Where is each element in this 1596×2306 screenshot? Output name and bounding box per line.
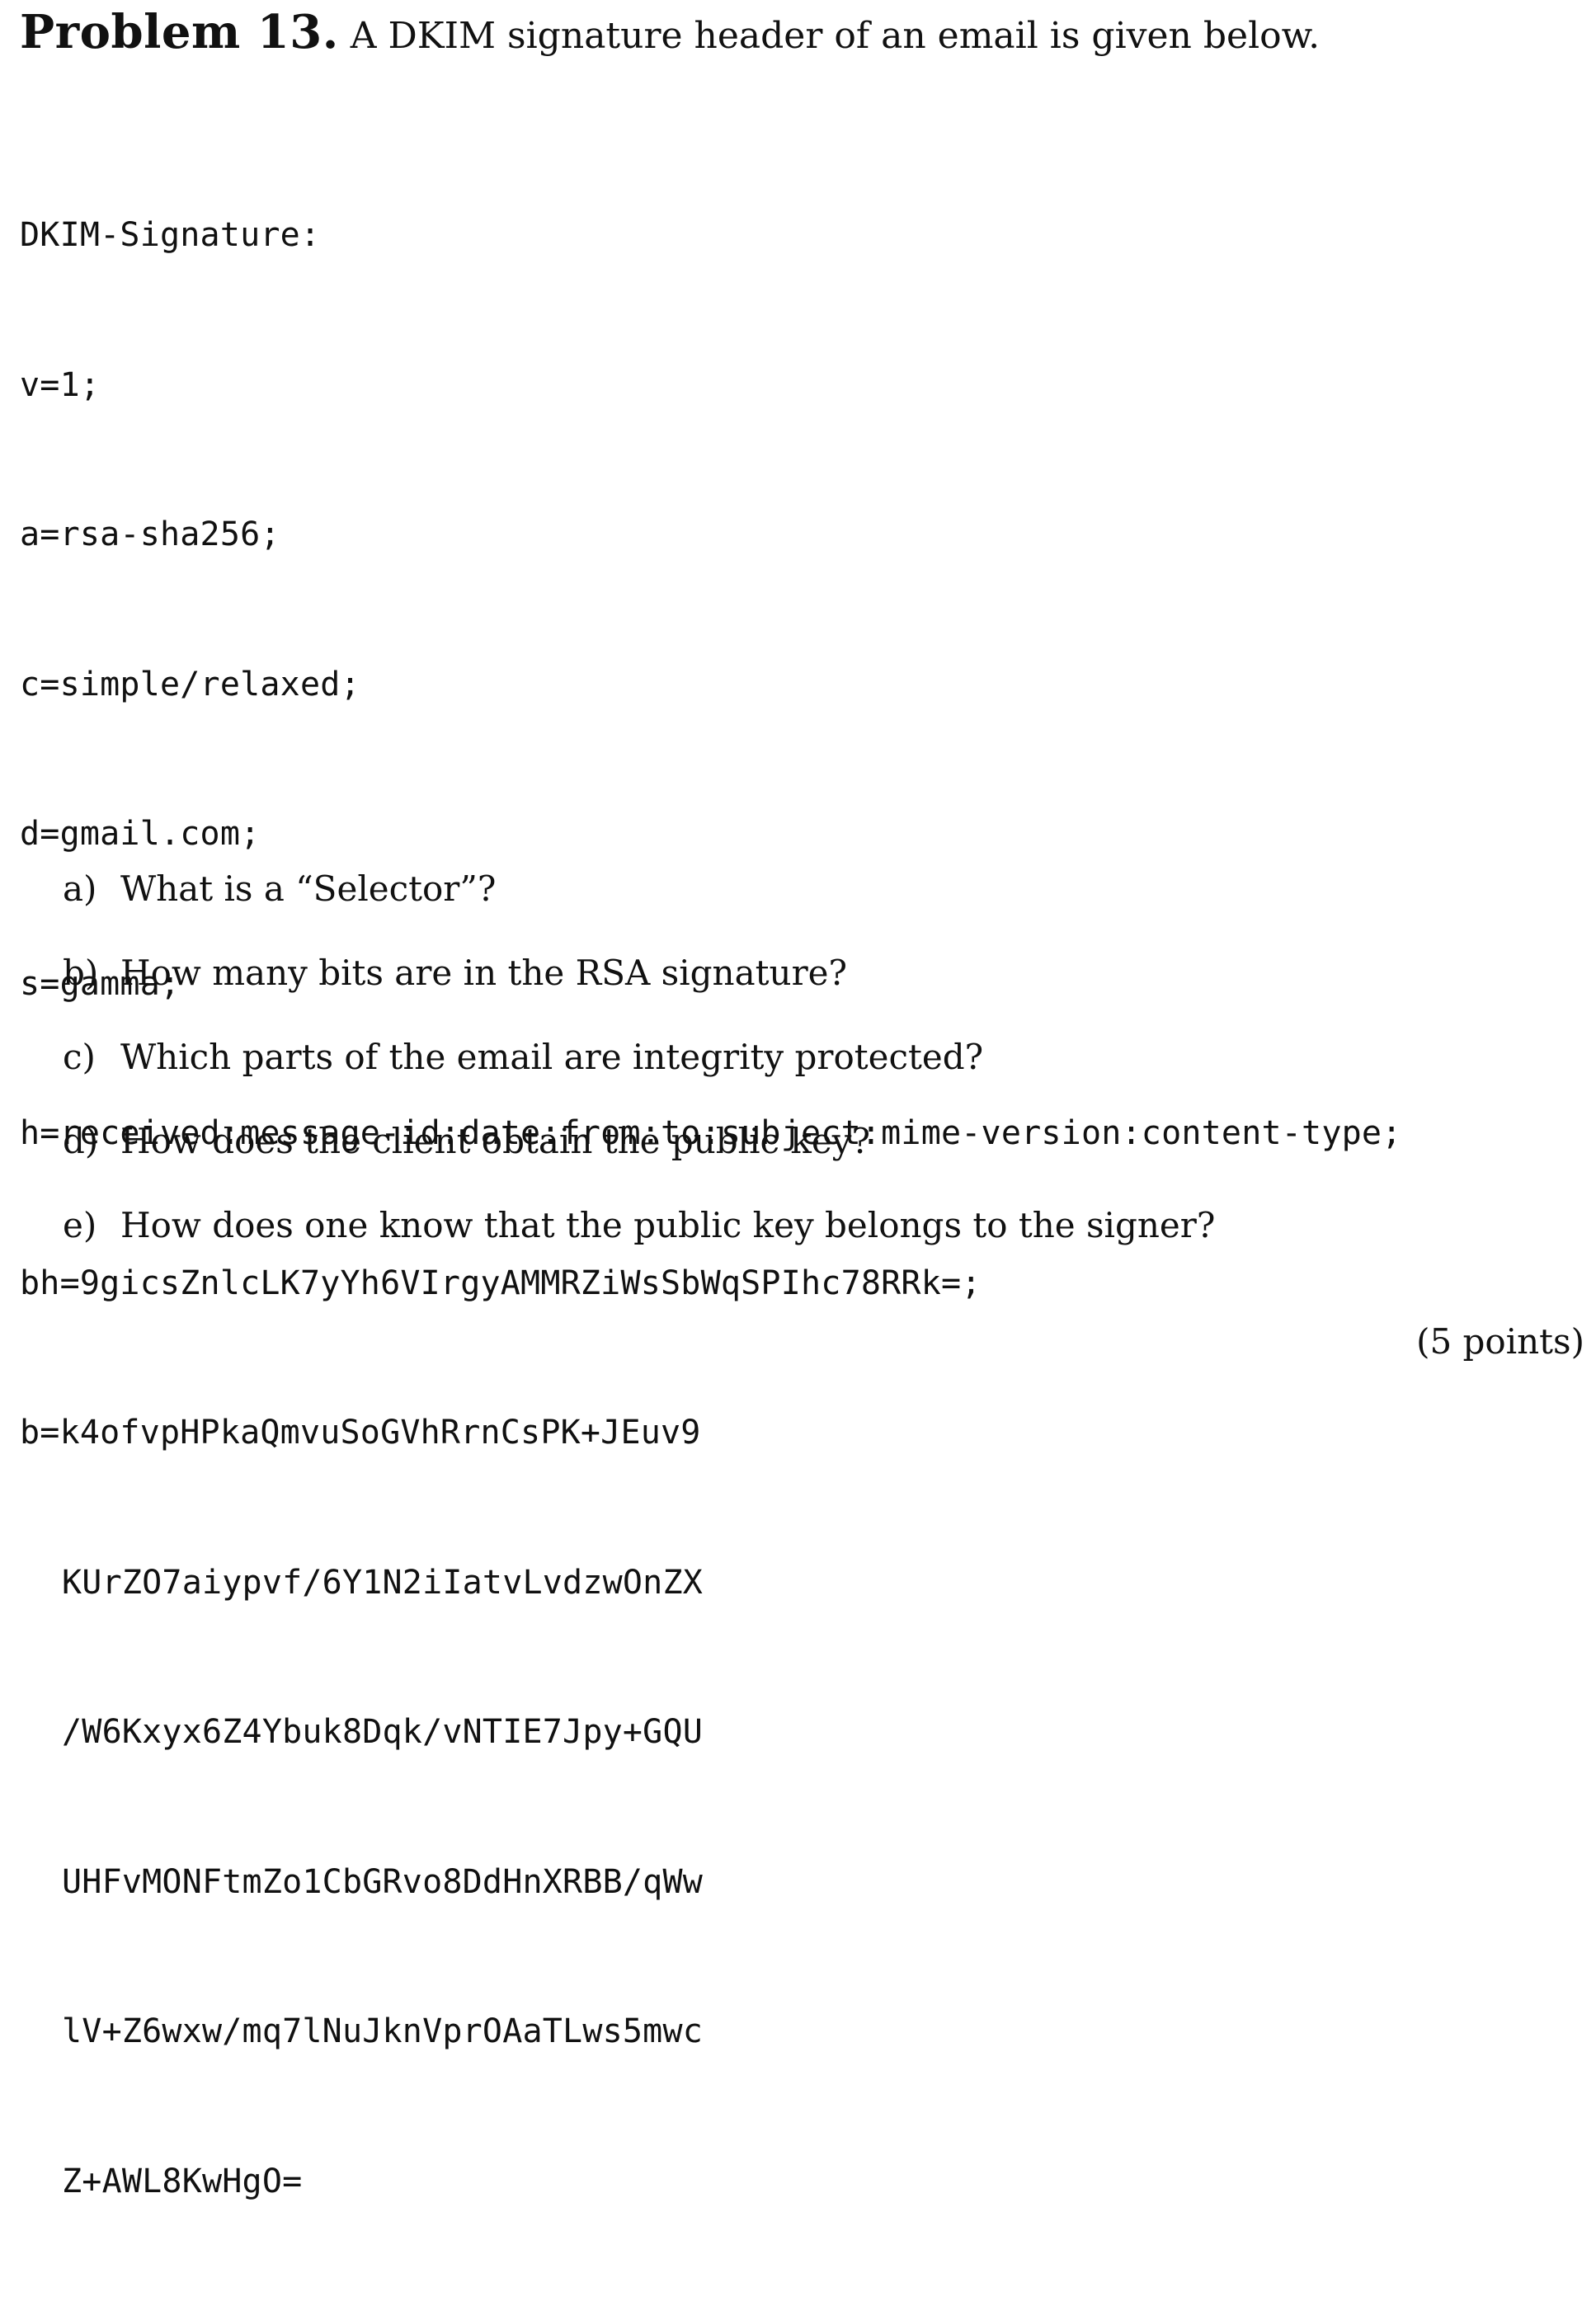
problem-page: Problem 13. A DKIM signature header of an…	[0, 0, 1596, 2200]
dkim-algorithm-tag: a=rsa-sha256;	[20, 515, 280, 553]
question-letter: a)	[63, 868, 97, 909]
dkim-signature-line: KUrZO7aiypvf/6Y1N2iIatvLvdzwOnZX	[62, 1563, 704, 1602]
question-letter: e)	[63, 1205, 97, 1245]
question-item-e: e) How does one know that the public key …	[63, 1201, 1215, 1250]
dkim-body-hash-tag: bh=9gicsZnlcLK7yYh6VIrgyAMMRZiWsSbWqSPIh…	[20, 1264, 982, 1302]
dkim-signature-line: UHFvMONFtmZo1CbGRvo8DdHnXRBB/qWw	[62, 1862, 704, 1901]
question-item-c: c) Which parts of the email are integrity…	[63, 1033, 983, 1082]
dkim-header-name: DKIM-Signature:	[20, 216, 321, 254]
problem-intro: A DKIM signature header of an email is g…	[350, 15, 1321, 57]
problem-label: Problem 13.	[20, 5, 339, 59]
dkim-signature-line: /W6Kxyx6Z4Ybuk8Dqk/vNTIE7Jpy+GQU	[62, 1713, 704, 1751]
question-item-d: d) How does the client obtain the public …	[63, 1117, 870, 1166]
question-text: How does the client obtain the public ke…	[120, 1121, 870, 1161]
dkim-domain-tag: d=gmail.com;	[20, 815, 261, 853]
question-text: How does one know that the public key be…	[120, 1205, 1216, 1245]
question-letter: d)	[63, 1121, 99, 1161]
question-text: How many bits are in the RSA signature?	[120, 953, 848, 993]
question-text: What is a “Selector”?	[120, 868, 497, 909]
problem-heading: Problem 13. A DKIM signature header of an…	[20, 3, 1320, 65]
points-label: (5 points)	[1416, 1321, 1584, 1362]
question-letter: c)	[63, 1037, 96, 1077]
question-item-b: b) How many bits are in the RSA signature…	[63, 948, 847, 998]
question-text: Which parts of the email are integrity p…	[120, 1037, 984, 1077]
dkim-signature-line: lV+Z6wxw/mq7lNuJknVprOAaTLws5mwc	[62, 2012, 704, 2050]
question-letter: b)	[63, 953, 99, 993]
dkim-version-tag: v=1;	[20, 365, 101, 404]
dkim-canonicalization-tag: c=simple/relaxed;	[20, 665, 360, 704]
dkim-signature-line: Z+AWL8KwHgO=	[62, 2162, 303, 2200]
question-item-a: a) What is a “Selector”?	[63, 864, 496, 914]
dkim-signature-line: b=k4ofvpHPkaQmvuSoGVhRrnCsPK+JEuv9	[20, 1414, 701, 1452]
